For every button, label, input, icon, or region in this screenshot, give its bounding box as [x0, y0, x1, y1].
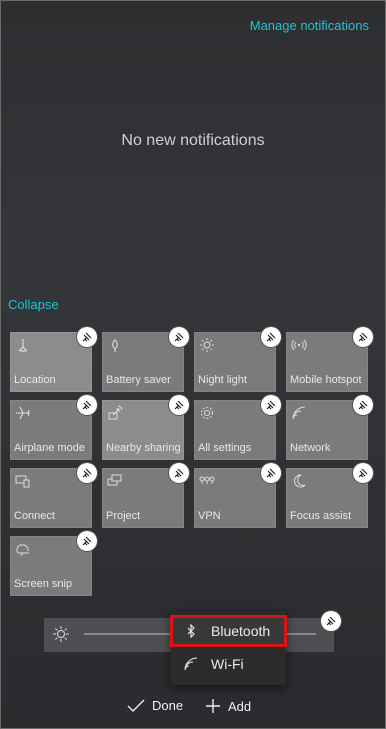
add-label: Add: [228, 698, 252, 714]
tile-label: Mobile hotspot: [290, 374, 362, 386]
add-quick-action-menu: Bluetooth Wi-Fi: [170, 611, 287, 685]
tile-label: Nearby sharing: [106, 442, 181, 454]
unpin-icon[interactable]: [353, 395, 373, 415]
connect-icon: [15, 475, 30, 488]
tile-vpn[interactable]: VPN: [194, 463, 281, 528]
checkmark-icon: [127, 699, 145, 712]
unpin-icon[interactable]: [261, 463, 281, 483]
network-icon: [292, 406, 306, 420]
unpin-icon[interactable]: [77, 327, 97, 347]
tile-label: Project: [106, 510, 141, 522]
project-icon: [107, 474, 122, 486]
tile-nearby-sharing[interactable]: Nearby sharing: [102, 395, 189, 460]
unpin-icon[interactable]: [321, 611, 341, 631]
action-center-panel: Manage notifications No new notification…: [0, 0, 386, 729]
night-light-icon: [200, 338, 214, 352]
tile-label: Connect: [14, 510, 55, 522]
unpin-icon[interactable]: [261, 327, 281, 347]
tile-label: Location: [14, 374, 56, 386]
manage-notifications-link[interactable]: Manage notifications: [250, 18, 369, 33]
unpin-icon[interactable]: [77, 531, 97, 551]
location-icon: [18, 339, 28, 352]
battery-saver-icon: [112, 339, 118, 352]
vpn-icon: [199, 476, 215, 484]
tile-battery-saver[interactable]: Battery saver: [102, 327, 189, 392]
tile-location[interactable]: Location: [10, 327, 97, 392]
bluetooth-icon: [171, 624, 211, 638]
tile-label: Night light: [198, 374, 247, 386]
airplane-icon: [16, 406, 30, 420]
tile-label: Screen snip: [14, 578, 73, 590]
menu-item-wifi[interactable]: Wi-Fi: [171, 649, 286, 679]
done-button[interactable]: Done: [127, 698, 183, 713]
tile-label: VPN: [198, 510, 221, 522]
screen-snip-icon: [16, 544, 29, 557]
tile-label: Network: [290, 442, 331, 454]
unpin-icon[interactable]: [353, 327, 373, 347]
tile-network[interactable]: Network: [286, 395, 373, 460]
tile-label: All settings: [198, 442, 252, 454]
menu-item-label: Bluetooth: [211, 623, 271, 639]
nearby-sharing-icon: [108, 405, 123, 420]
tile-airplane-mode[interactable]: Airplane mode: [10, 395, 97, 460]
moon-icon: [294, 474, 306, 488]
no-notifications-text: No new notifications: [121, 132, 265, 149]
tile-all-settings[interactable]: All settings: [194, 395, 281, 460]
unpin-icon[interactable]: [261, 395, 281, 415]
wifi-icon: [171, 657, 211, 671]
menu-item-label: Wi-Fi: [211, 656, 244, 672]
unpin-icon[interactable]: [77, 395, 97, 415]
tile-label: Focus assist: [290, 510, 352, 522]
unpin-icon[interactable]: [169, 395, 189, 415]
tile-focus-assist[interactable]: Focus assist: [286, 463, 373, 528]
tile-mobile-hotspot[interactable]: Mobile hotspot: [286, 327, 373, 392]
unpin-icon[interactable]: [169, 327, 189, 347]
gear-icon: [201, 407, 213, 419]
tile-label: Airplane mode: [14, 442, 85, 454]
tile-night-light[interactable]: Night light: [194, 327, 281, 392]
collapse-link[interactable]: Collapse: [8, 297, 59, 312]
tile-screen-snip[interactable]: Screen snip: [10, 531, 97, 596]
unpin-icon[interactable]: [77, 463, 97, 483]
done-label: Done: [152, 698, 184, 713]
unpin-icon[interactable]: [169, 463, 189, 483]
mobile-hotspot-icon: [291, 339, 307, 351]
unpin-icon[interactable]: [353, 463, 373, 483]
plus-icon: [206, 699, 220, 713]
add-button[interactable]: Add: [205, 698, 251, 714]
tile-label: Battery saver: [106, 374, 171, 386]
brightness-icon: [53, 626, 69, 642]
tile-project[interactable]: Project: [102, 463, 189, 528]
tile-connect[interactable]: Connect: [10, 463, 97, 528]
menu-item-bluetooth[interactable]: Bluetooth: [170, 615, 287, 647]
